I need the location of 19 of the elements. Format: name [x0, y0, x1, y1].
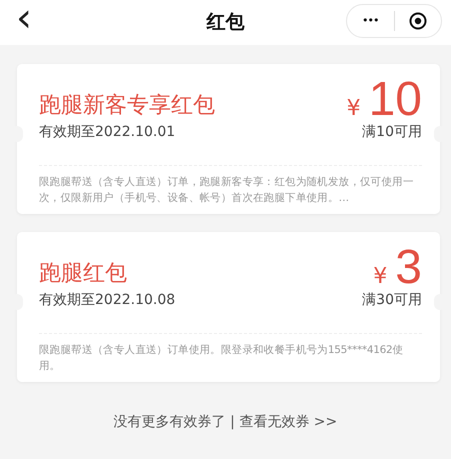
- separator: |: [230, 414, 235, 430]
- currency-symbol: ¥: [346, 98, 361, 120]
- usage-condition: 满10可用: [361, 123, 422, 142]
- coupon-amount: 3: [395, 246, 422, 290]
- expiry-date: 有效期至2022.10.01: [39, 123, 176, 142]
- coupon-description: 限跑腿帮送（含专人直送）订单使用。限登录和收餐手机号为155****4162使用。: [39, 343, 404, 374]
- invalid-coupons-link[interactable]: 查看无效券 >>: [239, 414, 338, 430]
- coupon-amount: 10: [368, 78, 422, 122]
- coupon-description: 限跑腿帮送（含专人直送）订单，跑腿新客专享：红包为随机发放，仅可使用一次，仅限新用户（手机号、设备、帐号）首次在跑腿下单使用。…: [39, 175, 415, 206]
- expiry-date: 有效期至2022.10.08: [39, 291, 176, 310]
- page-title: 红包: [206, 11, 244, 33]
- usage-condition: 满30可用: [362, 291, 422, 310]
- target-icon: [408, 12, 427, 30]
- more-button[interactable]: •••: [347, 12, 394, 30]
- currency-symbol: ¥: [373, 266, 388, 288]
- back-button[interactable]: ‹: [10, 0, 38, 38]
- coupon-title: 跑腿新客专享红包: [39, 92, 215, 120]
- coupon-title: 跑腿红包: [39, 260, 128, 288]
- no-more-text: 没有更多有效券了: [114, 414, 226, 430]
